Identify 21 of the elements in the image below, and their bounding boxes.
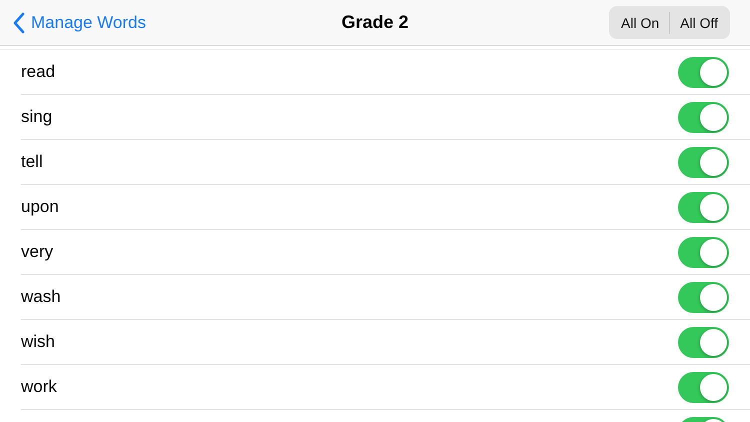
- word-label: sing: [21, 107, 52, 127]
- segment-button[interactable]: All Off: [670, 8, 728, 37]
- toggle-switch[interactable]: [678, 282, 729, 312]
- word-label: wash: [21, 287, 61, 307]
- toggle-switch[interactable]: [678, 372, 729, 402]
- word-label: work: [21, 377, 57, 397]
- toggle-switch[interactable]: [678, 56, 729, 88]
- word-label: wish: [21, 332, 56, 352]
- toggle-switch[interactable]: [678, 146, 729, 178]
- toggle-switch[interactable]: [678, 326, 729, 358]
- word-label: very: [21, 242, 54, 262]
- segment-button[interactable]: All On: [611, 8, 670, 37]
- toggle-switch[interactable]: [678, 102, 729, 132]
- chevron-left-icon: [13, 12, 25, 34]
- toggle-switch[interactable]: [678, 192, 729, 222]
- back-button[interactable]: Manage Words: [0, 12, 146, 34]
- word-label: read: [21, 62, 56, 82]
- toggle-switch[interactable]: [678, 236, 729, 268]
- word-label: upon: [21, 197, 59, 217]
- screen-title: Grade 2: [341, 12, 409, 33]
- word-label: tell: [21, 152, 43, 172]
